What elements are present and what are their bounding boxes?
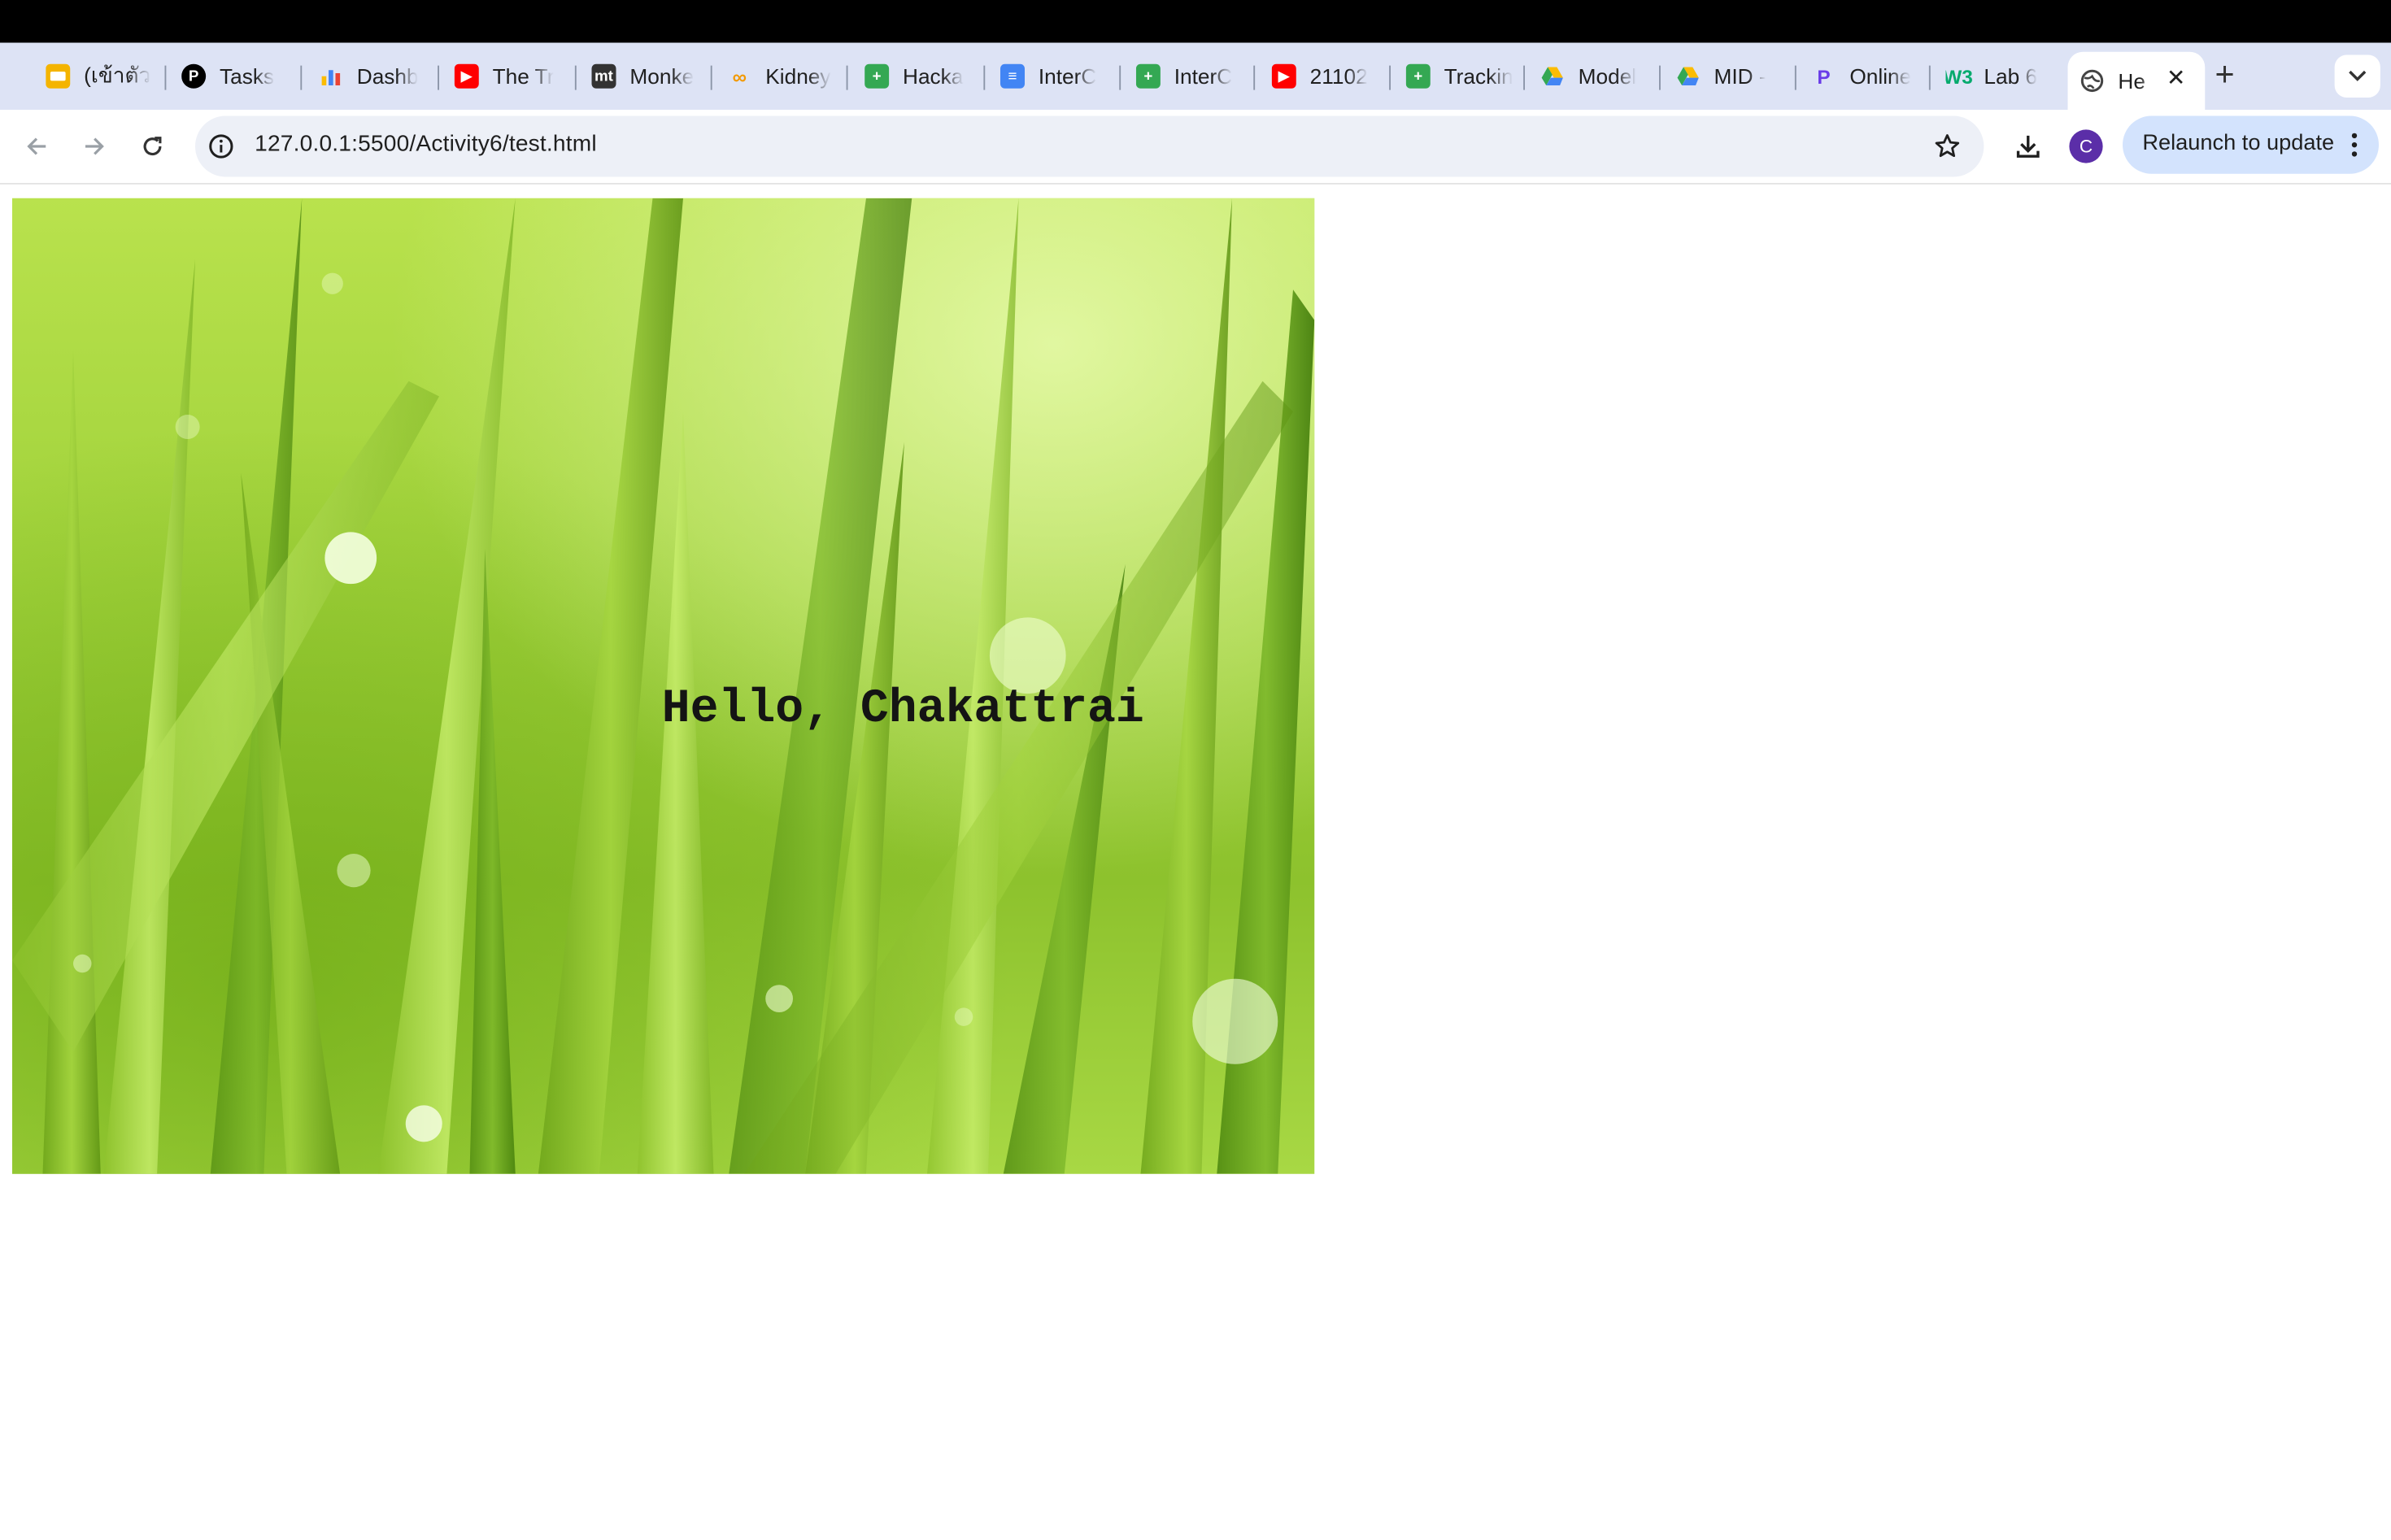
- globe-icon: [2080, 68, 2105, 93]
- p-purple-icon: P: [1817, 64, 1831, 88]
- tab-strip: (เข้าตัว P Tasks Dashb ▶ The Tr mt Monke ∞ Kidney…: [0, 42, 2391, 110]
- tab[interactable]: + Trackin: [1405, 55, 1514, 98]
- new-tab-button[interactable]: +: [2205, 55, 2245, 95]
- window-top-bar: [0, 0, 2391, 43]
- p-logo-icon: P: [181, 63, 207, 89]
- tab[interactable]: ▶ The Tr: [454, 55, 566, 98]
- relaunch-label: Relaunch to update: [2142, 131, 2335, 156]
- drive-icon: [1540, 64, 1565, 89]
- bar-chart-icon: [319, 64, 343, 89]
- tab-separator: [710, 65, 712, 90]
- youtube-icon: ▶: [1271, 63, 1296, 89]
- tab-separator: [574, 65, 577, 90]
- tab-title: Model: [1578, 63, 1637, 89]
- relaunch-button[interactable]: Relaunch to update: [2123, 115, 2379, 174]
- drive-icon: [1676, 64, 1701, 89]
- tab-title: Dashb: [356, 63, 419, 89]
- site-info-icon[interactable]: [207, 133, 235, 160]
- tab-search-button[interactable]: [2334, 54, 2380, 98]
- arrow-left-icon: [27, 137, 46, 155]
- tab-active[interactable]: He ✕: [2067, 51, 2206, 110]
- tab[interactable]: ∞ Kidney: [727, 55, 837, 98]
- tab[interactable]: + InterC: [1135, 55, 1244, 98]
- tab-title: InterC: [1174, 63, 1233, 89]
- forward-button[interactable]: [73, 125, 116, 168]
- tab[interactable]: mt Monke: [591, 55, 702, 98]
- slides-icon: [46, 63, 71, 89]
- more-vert-icon[interactable]: [2344, 129, 2365, 160]
- browser-toolbar: 127.0.0.1:5500/Activity6/test.html C Rel…: [0, 110, 2391, 185]
- tab[interactable]: W3 Lab 6: [1946, 55, 2053, 98]
- w3-logo-icon: W3: [1945, 64, 1973, 88]
- tab-separator: [164, 65, 167, 90]
- tab[interactable]: Model: [1540, 55, 1650, 98]
- tab-separator: [1794, 65, 1797, 90]
- tab-separator: [846, 65, 848, 90]
- sheets-icon: +: [1405, 63, 1431, 89]
- tab[interactable]: ▶ 21102: [1271, 55, 1380, 98]
- tab-title: Lab 6: [1984, 63, 2038, 89]
- tab-separator: [1928, 65, 1931, 90]
- infinity-icon: ∞: [732, 64, 747, 88]
- bookmark-star-icon[interactable]: [1932, 131, 1963, 162]
- tab-separator: [1523, 65, 1525, 90]
- reload-button[interactable]: [131, 125, 174, 168]
- tab-separator: [983, 65, 986, 90]
- chevron-down-icon: [2349, 70, 2367, 81]
- sheets-icon: +: [1135, 63, 1161, 89]
- mt-logo-icon: mt: [591, 63, 616, 89]
- docs-icon: ≡: [1000, 63, 1025, 89]
- tab-separator: [300, 65, 303, 90]
- tab[interactable]: ≡ InterC: [1000, 55, 1110, 98]
- tab[interactable]: MID -: [1676, 55, 1786, 98]
- tab-title: Hacka: [903, 63, 964, 89]
- tab-title: He: [2118, 68, 2145, 94]
- downloads-button[interactable]: [2010, 128, 2046, 165]
- tab-separator: [1389, 65, 1391, 90]
- sheets-icon: +: [865, 63, 890, 89]
- arrow-right-icon: [85, 137, 104, 155]
- tab-separator: [1253, 65, 1256, 90]
- reload-icon: [143, 137, 162, 156]
- tab-title: Kidney: [765, 63, 831, 89]
- tab-title: Tasks: [220, 63, 275, 89]
- address-bar[interactable]: 127.0.0.1:5500/Activity6/test.html: [195, 115, 1984, 177]
- back-button[interactable]: [15, 125, 59, 168]
- download-icon: [2016, 135, 2040, 158]
- tab-title: 21102: [1309, 63, 1368, 89]
- page-content: Hello, Chakattrai: [0, 184, 2391, 1540]
- greeting-heading: Hello, Chakattrai: [661, 683, 1144, 737]
- tab-title: Online: [1849, 63, 1912, 89]
- tab-title: Trackin: [1444, 63, 1513, 89]
- tab[interactable]: (เข้าตัว: [46, 55, 155, 98]
- tab-separator: [1659, 65, 1661, 90]
- grass-background-image: Hello, Chakattrai: [12, 198, 1315, 1174]
- youtube-icon: ▶: [454, 63, 479, 89]
- tab-title: Monke: [629, 63, 695, 89]
- profile-avatar[interactable]: C: [2069, 129, 2103, 163]
- url-text[interactable]: 127.0.0.1:5500/Activity6/test.html: [255, 131, 597, 157]
- tab-title: (เข้าตัว: [84, 62, 151, 87]
- tab-title: InterC: [1038, 63, 1097, 89]
- tab[interactable]: Dashb: [319, 55, 429, 98]
- tab-separator: [438, 65, 439, 90]
- tab[interactable]: P Online: [1812, 55, 1920, 98]
- tab-title: MID -: [1714, 63, 1766, 89]
- tab-separator: [1119, 65, 1121, 90]
- tab[interactable]: + Hacka: [865, 55, 974, 98]
- tab[interactable]: P Tasks: [181, 55, 291, 98]
- tab-close-icon[interactable]: ✕: [2162, 66, 2190, 94]
- tab-title: The Tr: [492, 63, 555, 89]
